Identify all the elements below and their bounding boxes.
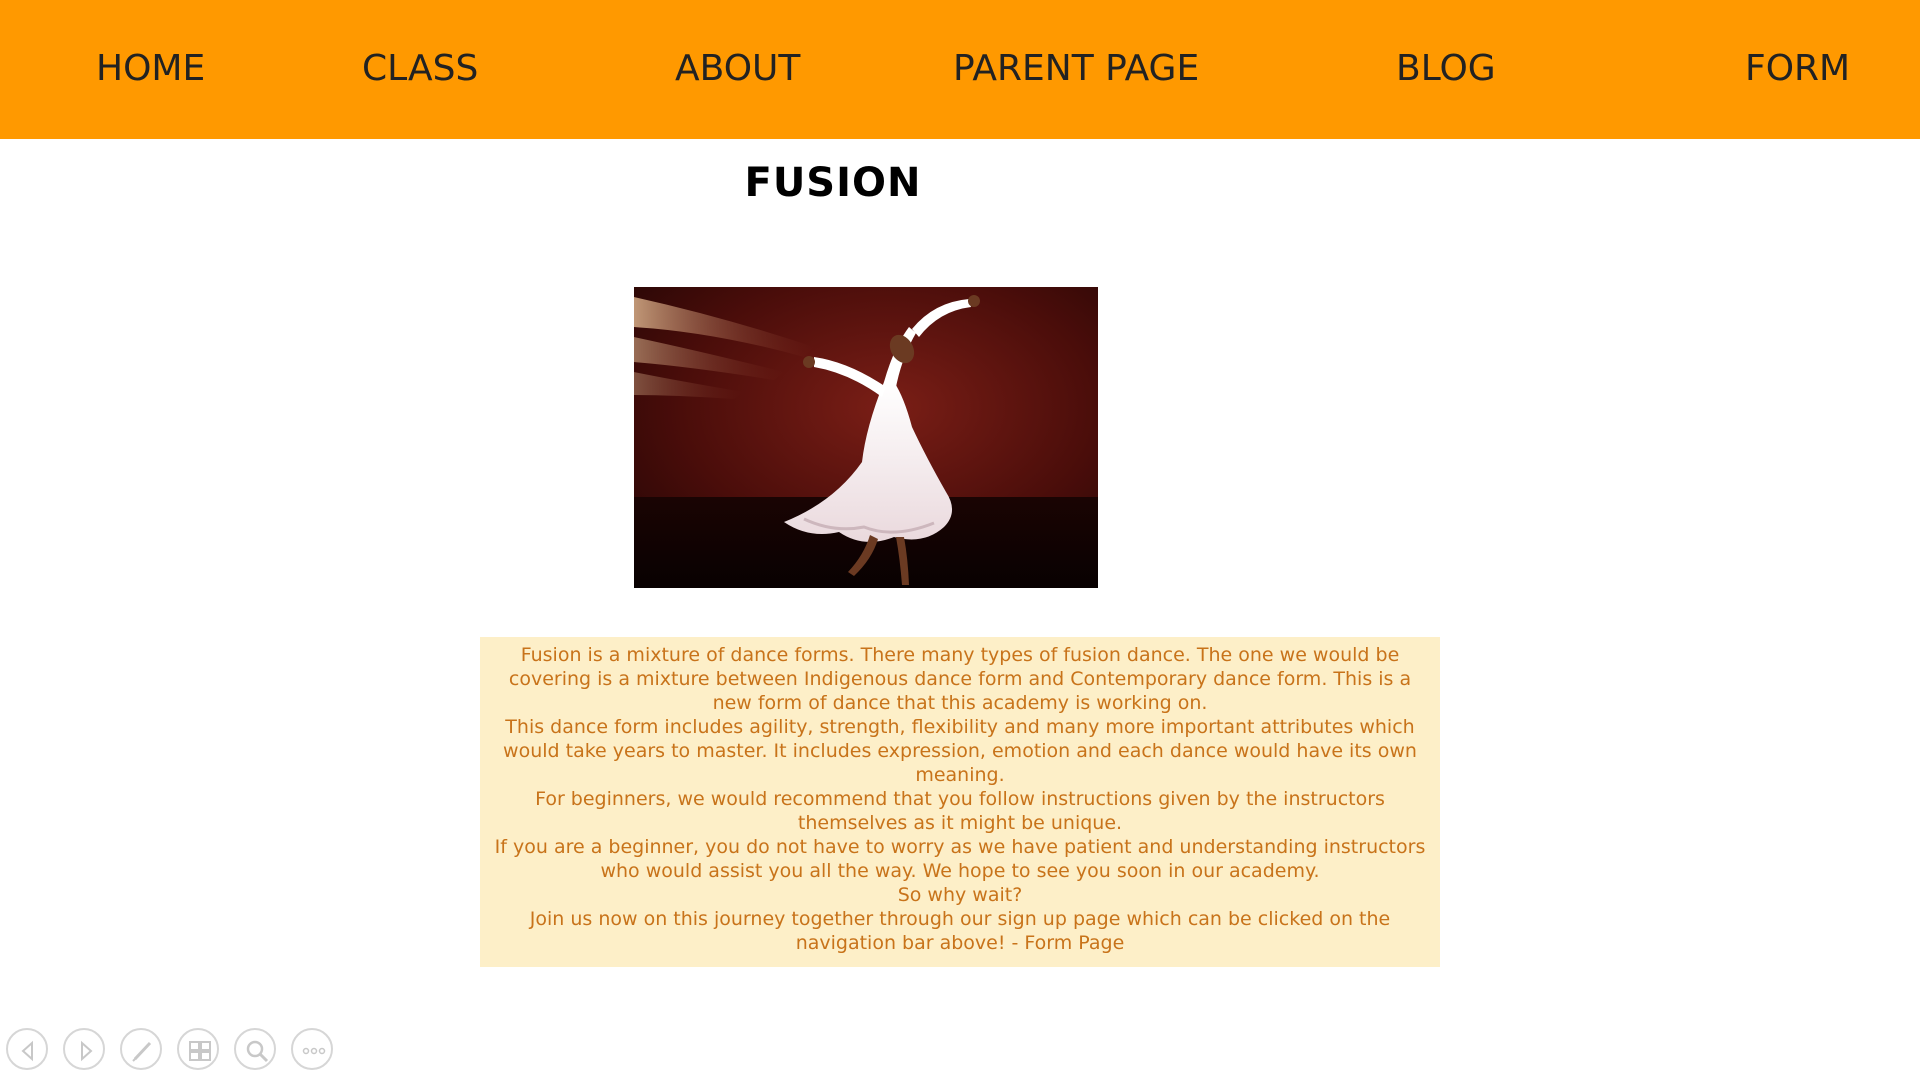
nav-parent-page-link[interactable]: PARENT PAGE	[953, 42, 1199, 96]
zoom-button[interactable]	[234, 1028, 276, 1070]
description-paragraph: If you are a beginner, you do not have t…	[494, 836, 1426, 882]
nav-blog-link[interactable]: BLOG	[1396, 42, 1496, 96]
nav-about-link[interactable]: ABOUT	[675, 42, 800, 96]
pen-tool-button[interactable]	[120, 1028, 162, 1070]
dancer-photo	[634, 287, 1098, 588]
see-all-slides-button[interactable]	[177, 1028, 219, 1070]
nav-form-link[interactable]: FORM	[1745, 42, 1850, 96]
more-icon	[302, 1047, 326, 1055]
pen-icon	[132, 1041, 152, 1062]
top-navigation-bar: HOME CLASS ABOUT PARENT PAGE BLOG FORM	[0, 0, 1920, 139]
slides-icon	[189, 1041, 211, 1061]
description-paragraph: So why wait?	[897, 884, 1023, 906]
description-paragraph: For beginners, we would recommend that y…	[535, 788, 1385, 834]
description-text-box: Fusion is a mixture of dance forms. Ther…	[480, 637, 1440, 967]
description-paragraph: Join us now on this journey together thr…	[529, 908, 1391, 954]
previous-icon	[21, 1040, 33, 1062]
nav-home-link[interactable]: HOME	[96, 42, 205, 96]
next-slide-button[interactable]	[63, 1028, 105, 1070]
nav-class-link[interactable]: CLASS	[362, 42, 478, 96]
next-icon	[81, 1040, 93, 1062]
description-paragraph: Fusion is a mixture of dance forms. Ther…	[508, 644, 1412, 714]
more-options-button[interactable]	[291, 1028, 333, 1070]
description-paragraph: This dance form includes agility, streng…	[503, 716, 1417, 786]
previous-slide-button[interactable]	[6, 1028, 48, 1070]
page-title: FUSION	[744, 160, 922, 206]
zoom-icon	[246, 1040, 269, 1063]
